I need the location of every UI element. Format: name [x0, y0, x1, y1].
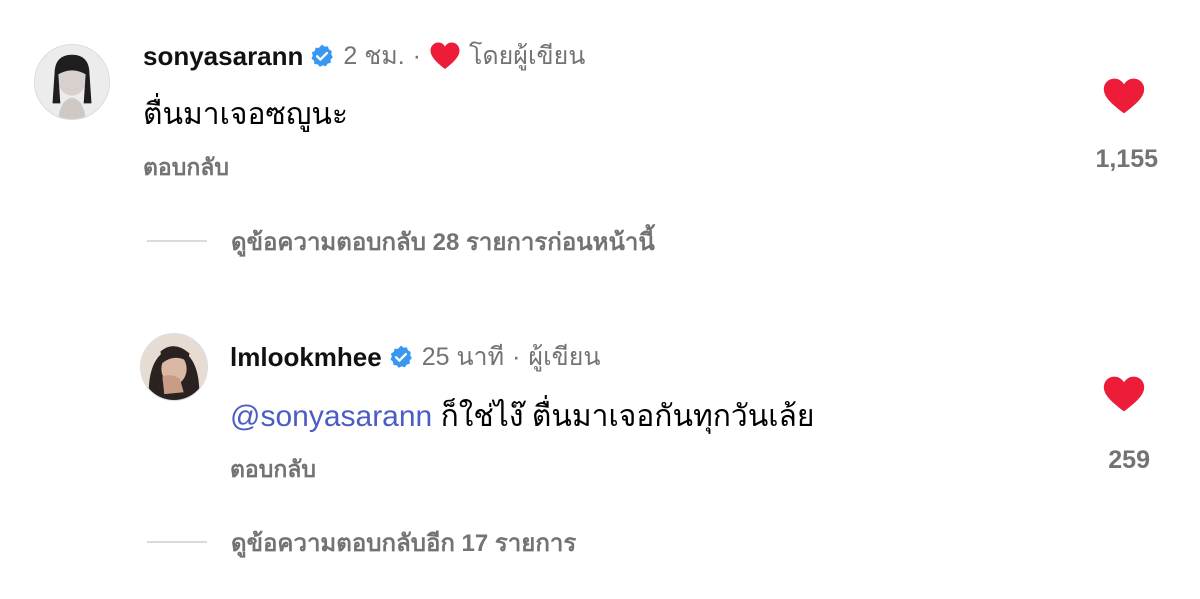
like-button[interactable] — [1100, 374, 1148, 416]
like-count: 259 — [1108, 446, 1150, 474]
author-label: ผู้เขียน — [528, 343, 601, 371]
comment-body: ก็ใช่ไง๊ ตื่นมาเจอกันทุกวันเล้ย — [440, 400, 815, 433]
verified-badge-icon — [309, 43, 335, 69]
comment-text: @sonyasarann ก็ใช่ไง๊ ตื่นมาเจอกันทุกวัน… — [230, 393, 814, 440]
avatar-image — [35, 45, 109, 119]
verified-badge-icon — [388, 344, 414, 370]
separator-dot: · — [512, 342, 521, 371]
divider — [147, 240, 207, 242]
comment-text: ตื่นมาเจอซญูนะ — [143, 98, 349, 131]
heart-icon — [429, 41, 461, 71]
heart-filled-icon — [1103, 376, 1145, 412]
view-replies-button[interactable]: ดูข้อความตอบกลับ 28 รายการก่อนหน้านี้ — [147, 225, 655, 257]
reply-button[interactable]: ตอบกลับ — [143, 150, 229, 186]
liked-by-author-label: โดยผู้เขียน — [468, 42, 586, 70]
view-replies-button[interactable]: ดูข้อความตอบกลับอีก 17 รายการ — [147, 526, 576, 558]
avatar-sonyasarann[interactable] — [34, 44, 110, 120]
view-replies-label: ดูข้อความตอบกลับอีก 17 รายการ — [231, 529, 577, 557]
like-count: 1,155 — [1095, 145, 1158, 173]
comment-time: 2 ชม. — [343, 42, 405, 70]
comment-header: lmlookmhee 25 นาที · ผู้เขียน — [230, 341, 600, 373]
comment-header: sonyasarann 2 ชม. · โดยผู้เขียน — [143, 40, 585, 72]
mention-link[interactable]: @sonyasarann — [230, 400, 432, 433]
view-replies-label: ดูข้อความตอบกลับ 28 รายการก่อนหน้านี้ — [231, 228, 655, 256]
separator-dot: · — [412, 41, 421, 70]
reply-button[interactable]: ตอบกลับ — [230, 452, 316, 488]
username[interactable]: lmlookmhee — [230, 342, 382, 373]
comment-time: 25 นาที — [421, 343, 505, 371]
avatar-lmlookmhee[interactable] — [140, 333, 208, 401]
username[interactable]: sonyasarann — [143, 41, 303, 72]
like-button[interactable] — [1100, 76, 1148, 118]
heart-filled-icon — [1103, 78, 1145, 114]
avatar-image — [141, 334, 207, 400]
divider — [147, 541, 207, 543]
